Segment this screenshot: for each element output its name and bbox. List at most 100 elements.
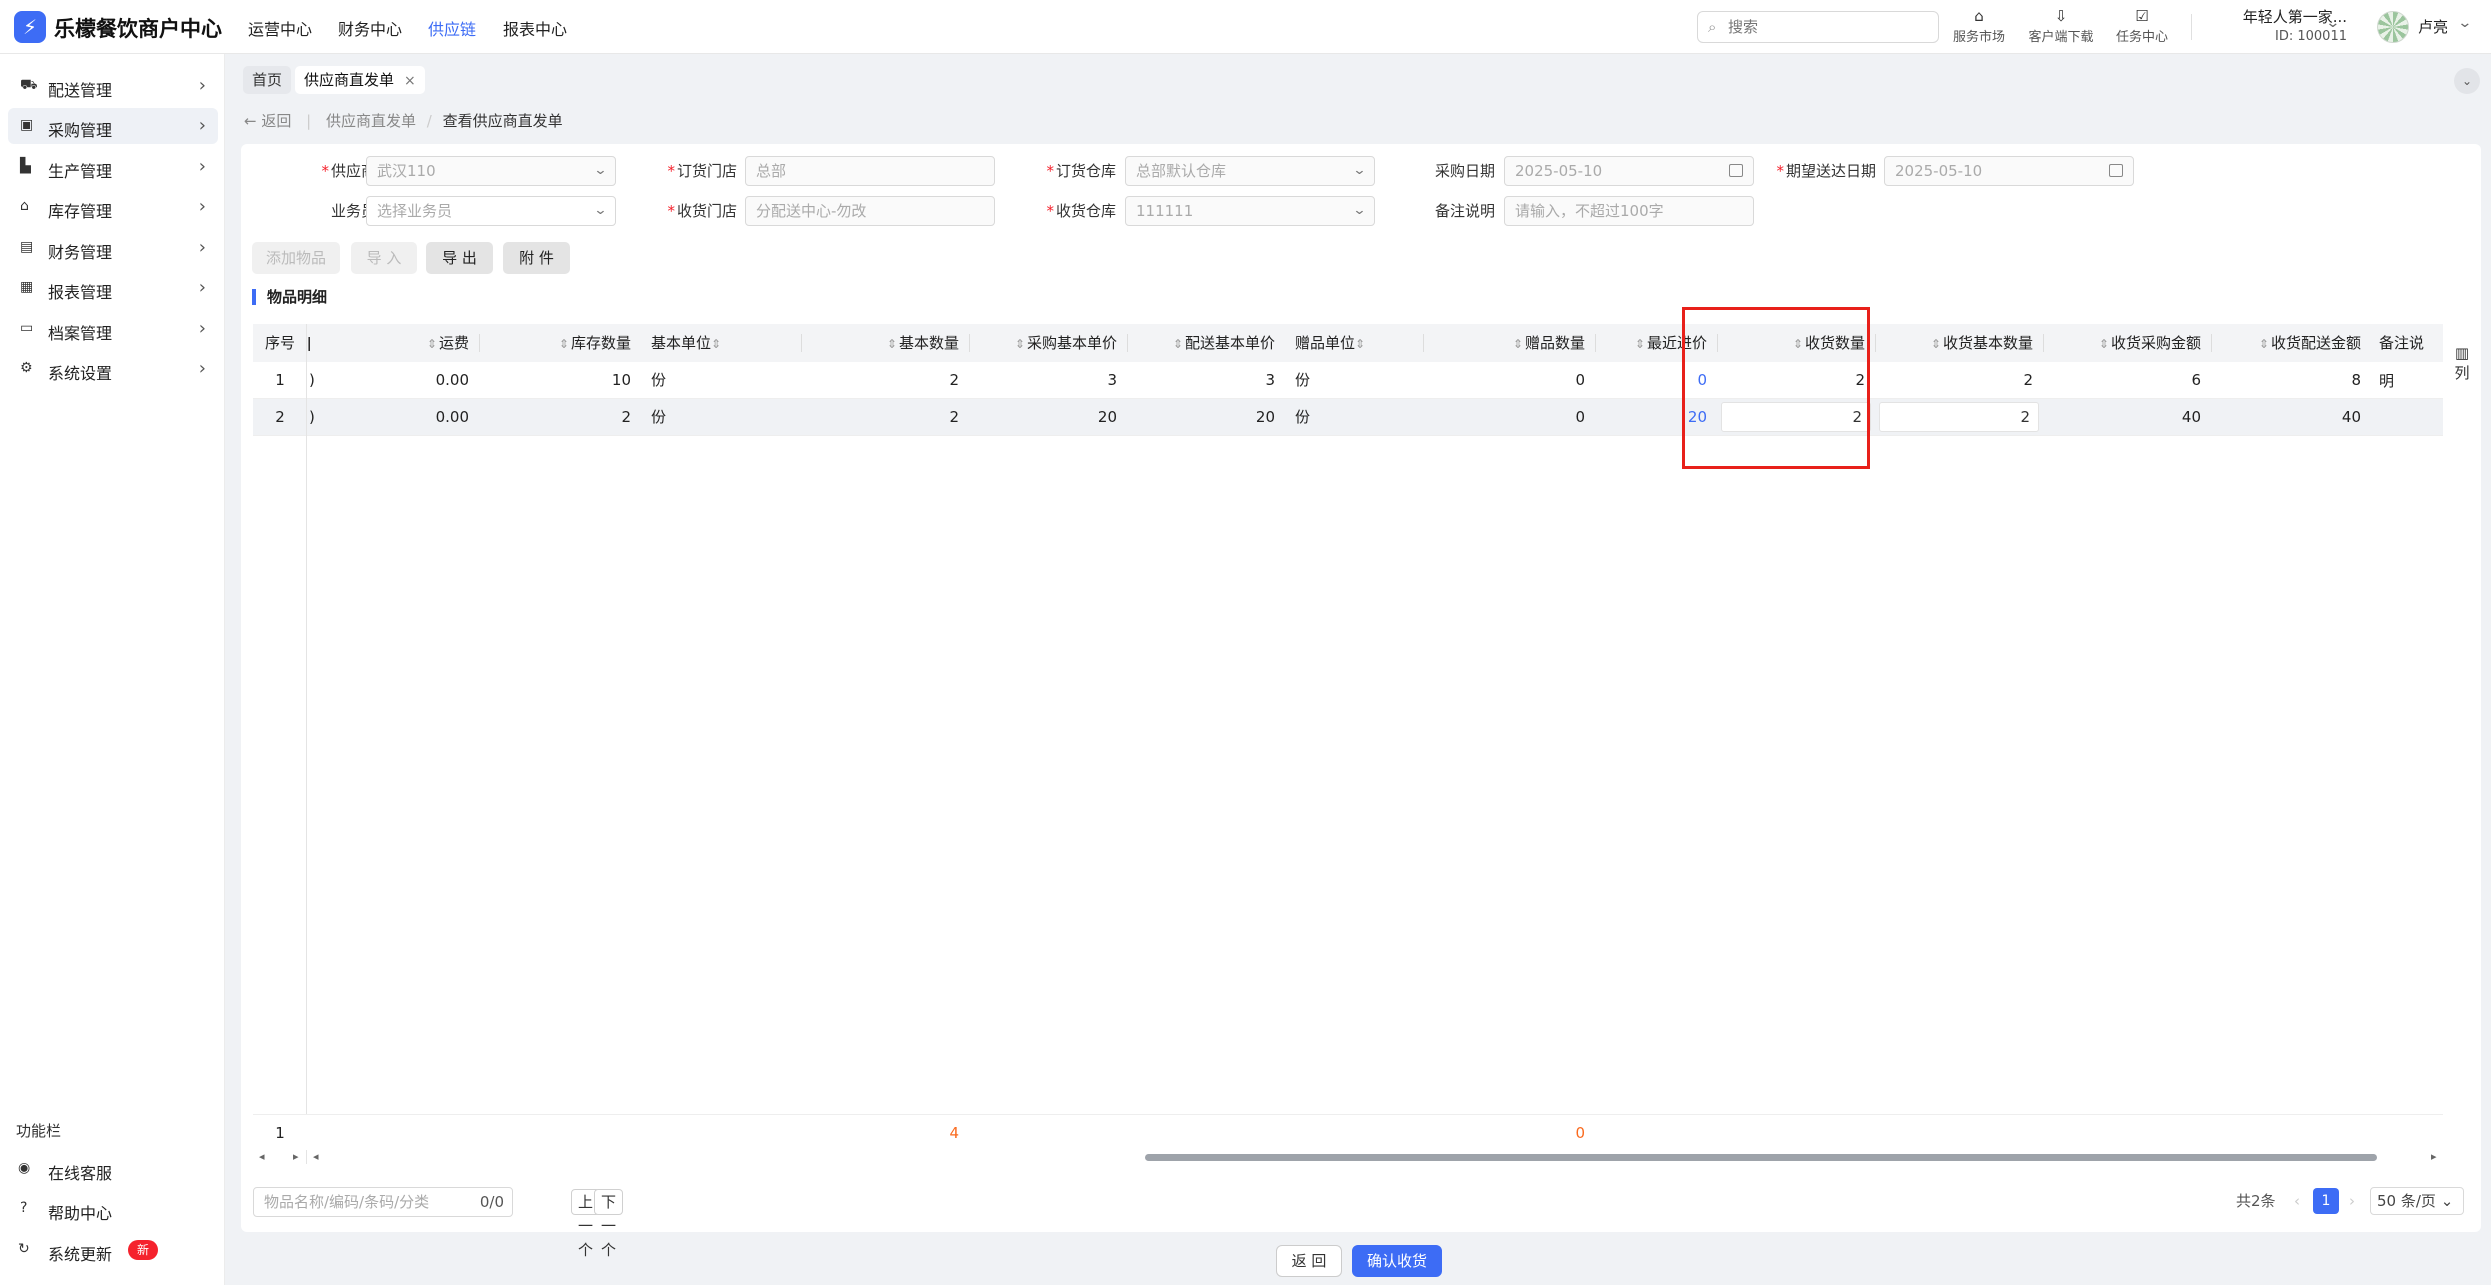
- avatar[interactable]: [2377, 11, 2409, 43]
- col-dist-price[interactable]: ⇕ 配送基本单价: [1127, 324, 1285, 362]
- sidebar-item-update[interactable]: ↻ 系统更新 新: [8, 1232, 218, 1268]
- chevron-down-icon: ⌄: [1352, 163, 1367, 178]
- chevron-down-icon[interactable]: ⌄: [2457, 15, 2472, 31]
- confirm-receipt-button[interactable]: 确认收货: [1352, 1245, 1442, 1277]
- chevron-down-icon[interactable]: ⌄: [2325, 15, 2340, 31]
- sidebar-item-online-service[interactable]: ◉ 在线客服: [8, 1151, 218, 1187]
- expected-date-picker[interactable]: 2025-05-10: [1884, 156, 2134, 186]
- sidebar-item-delivery[interactable]: ⛟ 配送管理 ›: [8, 68, 218, 104]
- page-size-select[interactable]: 50 条/页 ⌄: [2370, 1187, 2464, 1215]
- order-store-label: * 订货门店: [667, 162, 737, 180]
- purchase-date-picker[interactable]: 2025-05-10: [1504, 156, 1754, 186]
- next-match-button[interactable]: 下一个: [594, 1189, 624, 1259]
- back-button[interactable]: 返 回: [1276, 1245, 1342, 1277]
- order-warehouse-select[interactable]: 总部默认仓库 ⌄: [1125, 156, 1375, 186]
- export-button[interactable]: 导 出: [426, 242, 493, 274]
- chevron-down-icon[interactable]: ⌄: [2454, 68, 2480, 94]
- sidebar-item-inventory[interactable]: ⌂ 库存管理 ›: [8, 189, 218, 225]
- col-recv-base-qty[interactable]: ⇕ 收货基本数量: [1875, 324, 2043, 362]
- table-row[interactable]: 2 ) 0.00 2 份 2 20 20 份 0 20 2 2 40 40: [253, 399, 2443, 436]
- order-store-field[interactable]: 总部: [745, 156, 995, 186]
- remark-input[interactable]: 请输入，不超过100字: [1504, 196, 1754, 226]
- attachment-button[interactable]: 附 件: [503, 242, 570, 274]
- sidebar-item-production[interactable]: ▙ 生产管理 ›: [8, 149, 218, 185]
- sidebar-item-purchase[interactable]: ▣ 采购管理 ›: [8, 108, 218, 144]
- cell-base-qty: 2: [949, 371, 959, 389]
- col-recv-purchase-amt[interactable]: ⇕ 收货采购金额: [2043, 324, 2211, 362]
- chevron-right-icon: ›: [198, 277, 206, 298]
- salesman-select[interactable]: 选择业务员 ⌄: [366, 196, 616, 226]
- client-download-button[interactable]: ⇩ 客户端下载: [2026, 6, 2096, 45]
- caret-left-icon[interactable]: ◂: [313, 1150, 319, 1163]
- nav-supply-chain[interactable]: 供应链: [428, 16, 476, 40]
- pager-total: 共2条: [2236, 1192, 2276, 1210]
- horizontal-scrollbar[interactable]: ◂ ▸ ◂ ▸: [253, 1150, 2443, 1164]
- caret-right-icon[interactable]: ▸: [293, 1150, 299, 1163]
- sort-icon: ⇕: [1634, 337, 1645, 351]
- col-base-unit[interactable]: 基本单位⇕: [641, 324, 801, 362]
- tab-supplier-direct-order[interactable]: 供应商直发单 ×: [295, 66, 425, 94]
- col-stock[interactable]: ⇕ 库存数量: [479, 324, 641, 362]
- receive-warehouse-select[interactable]: 111111 ⌄: [1125, 196, 1375, 226]
- table-header: 序号 ǀ ⇕ 运费 ⇕ 库存数量 基本单位⇕ ⇕ 基本数量 ⇕ 采购基本单价 ⇕ 配送基本…: [253, 324, 2443, 390]
- nav-operations[interactable]: 运营中心: [248, 16, 312, 40]
- sidebar-item-finance[interactable]: ▤ 财务管理 ›: [8, 230, 218, 266]
- cell-base-unit: 份: [651, 371, 667, 389]
- recv-base-qty-input[interactable]: 2: [1879, 402, 2039, 432]
- page-number-button[interactable]: 1: [2313, 1188, 2339, 1214]
- sidebar-item-help[interactable]: ? 帮助中心: [8, 1191, 218, 1227]
- breadcrumb-parent[interactable]: 供应商直发单: [326, 112, 416, 130]
- brand-logo-icon[interactable]: ⚡: [14, 11, 46, 43]
- caret-right-icon[interactable]: ▸: [2431, 1150, 2437, 1163]
- nav-reports[interactable]: 报表中心: [503, 16, 567, 40]
- close-icon[interactable]: ×: [404, 73, 416, 89]
- user-name[interactable]: 卢亮: [2418, 16, 2448, 37]
- add-item-button[interactable]: 添加物品: [252, 242, 340, 274]
- receive-store-field[interactable]: 分配送中心-勿改: [745, 196, 995, 226]
- sort-icon: ⇕: [1172, 337, 1183, 351]
- chevron-down-icon: ⌄: [1352, 203, 1367, 218]
- col-freight[interactable]: ⇕ 运费: [317, 324, 479, 362]
- top-bar: ⚡ 乐檬餐饮商户中心 运营中心 财务中心 供应链 报表中心 ⌕ ⌂ 服务市场 ⇩…: [0, 0, 2491, 54]
- col-gift-unit[interactable]: 赠品单位⇕: [1285, 324, 1423, 362]
- sidebar-item-reports[interactable]: ▦ 报表管理 ›: [8, 270, 218, 306]
- chevron-right-icon[interactable]: ›: [2349, 1186, 2355, 1216]
- scrollbar-thumb[interactable]: [1145, 1154, 2377, 1161]
- sidebar-item-archive[interactable]: ▭ 档案管理 ›: [8, 311, 218, 347]
- import-button[interactable]: 导 入: [351, 242, 417, 274]
- brand-title[interactable]: 乐檬餐饮商户中心: [54, 13, 222, 43]
- sidebar-item-settings[interactable]: ⚙ 系统设置 ›: [8, 351, 218, 387]
- column-settings-button[interactable]: ▥ 列: [2443, 334, 2481, 424]
- items-table: 序号 ǀ ⇕ 运费 ⇕ 库存数量 基本单位⇕ ⇕ 基本数量 ⇕ 采购基本单价 ⇕ 配送基本…: [253, 324, 2443, 1164]
- chevron-left-icon[interactable]: ‹: [2294, 1186, 2300, 1216]
- col-gift-qty[interactable]: ⇕ 赠品数量: [1423, 324, 1595, 362]
- back-link[interactable]: ← 返回: [244, 112, 291, 130]
- col-purchase-price[interactable]: ⇕ 采购基本单价: [969, 324, 1127, 362]
- task-center-button[interactable]: ☑ 任务中心: [2107, 6, 2177, 45]
- caret-left-icon[interactable]: ◂: [259, 1150, 265, 1163]
- col-recv-dist-amt[interactable]: ⇕ 收货配送金额: [2211, 324, 2371, 362]
- chevron-down-icon: ⌄: [593, 203, 608, 218]
- factory-icon: ▙: [20, 158, 31, 174]
- global-search[interactable]: ⌕: [1697, 11, 1939, 43]
- divider: |: [306, 112, 312, 130]
- finance-icon: ▤: [20, 239, 34, 255]
- service-market-button[interactable]: ⌂ 服务市场: [1944, 6, 2014, 45]
- warehouse-icon: ⌂: [20, 198, 29, 214]
- cell-stock: 2: [621, 408, 631, 426]
- supplier-label: * 供应商: [321, 162, 376, 180]
- item-search-input[interactable]: 物品名称/编码/条码/分类 0/0: [253, 1187, 513, 1217]
- search-icon: ⌕: [1708, 18, 1717, 36]
- cell-purchase-price: 3: [1107, 371, 1117, 389]
- col-remark[interactable]: 备注说明: [2371, 324, 2443, 390]
- tab-home[interactable]: 首页: [243, 66, 292, 94]
- search-input[interactable]: [1728, 17, 1928, 37]
- task-center-label: 任务中心: [2115, 30, 2168, 45]
- col-base-qty[interactable]: ⇕ 基本数量: [801, 324, 969, 362]
- nav-finance[interactable]: 财务中心: [338, 16, 402, 40]
- sort-icon: ⇕: [1930, 337, 1941, 351]
- table-row[interactable]: 1 ) 0.00 10 份 2 3 3 份 0 0 2 2 6 8: [253, 362, 2443, 399]
- cell-dist-price: 3: [1265, 371, 1275, 389]
- supplier-select[interactable]: 武汉110 ⌄: [366, 156, 616, 186]
- help-icon: ?: [20, 1200, 28, 1216]
